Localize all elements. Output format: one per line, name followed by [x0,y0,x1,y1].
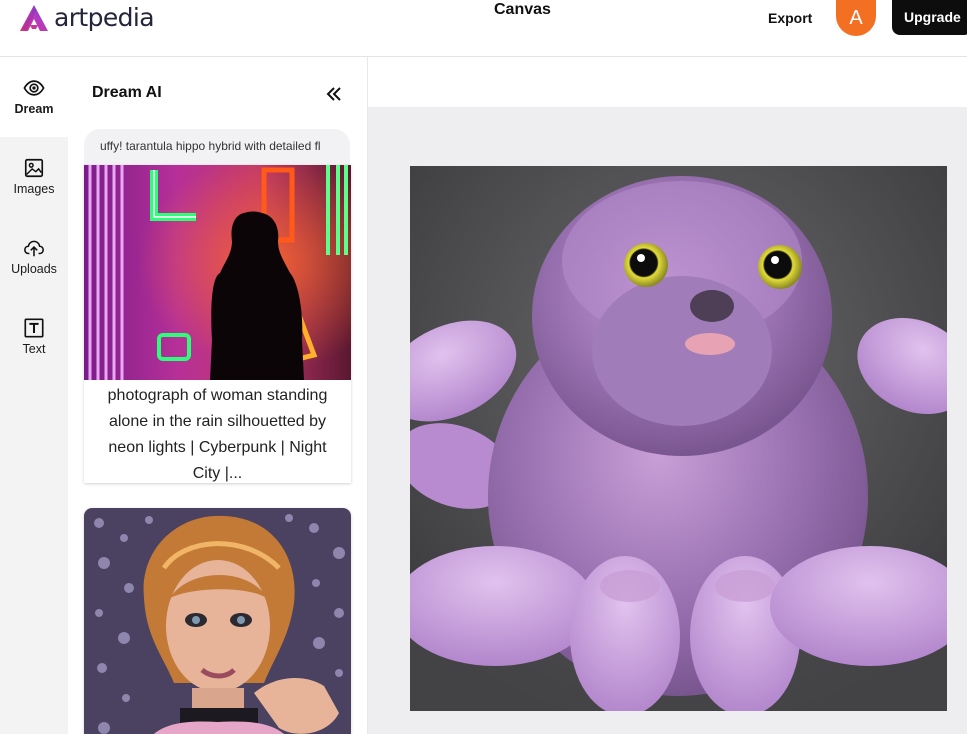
page-title: Canvas [494,1,551,18]
dream-result-card[interactable]: photograph of woman standing alone in th… [84,165,351,483]
brand-logo[interactable]: artpedia [18,2,155,34]
dream-ai-panel: Dream AI uffy! tarantula hippo hybrid wi… [68,57,368,734]
canvas-toolbar-strip [368,57,967,107]
rail-item-dream[interactable]: Dream [0,57,68,137]
rail-item-label: Dream [14,102,54,116]
rail-item-label: Uploads [11,262,57,276]
rail-item-text[interactable]: Text [0,297,68,377]
canvas-image-purple-creature[interactable] [410,166,947,711]
left-rail: Dream Images Uploads Text [0,57,68,734]
upgrade-button[interactable]: Upgrade [892,0,967,35]
export-button[interactable]: Export [760,8,820,28]
rail-item-label: Text [22,342,46,356]
avatar[interactable]: A [836,0,876,36]
image-icon [24,158,44,178]
text-icon [24,318,44,338]
cloud-upload-icon [24,240,44,257]
eye-icon [23,80,45,96]
result-image-illustrated-woman [84,508,351,734]
brand-name: artpedia [54,3,155,32]
artpedia-logo-icon [20,5,48,31]
result-image-neon-woman [84,165,351,380]
rail-item-uploads[interactable]: Uploads [0,217,68,297]
dream-result-card[interactable] [84,508,351,734]
rail-item-label: Images [13,182,55,196]
canvas-area [368,57,967,734]
double-chevron-left-icon[interactable] [323,83,345,105]
rail-item-images[interactable]: Images [0,137,68,217]
top-bar: artpedia Canvas Export A Upgrade [0,0,967,57]
panel-title: Dream AI [92,84,162,101]
result-caption: photograph of woman standing alone in th… [107,387,328,482]
prompt-text[interactable]: uffy! tarantula hippo hybrid with detail… [84,129,350,165]
